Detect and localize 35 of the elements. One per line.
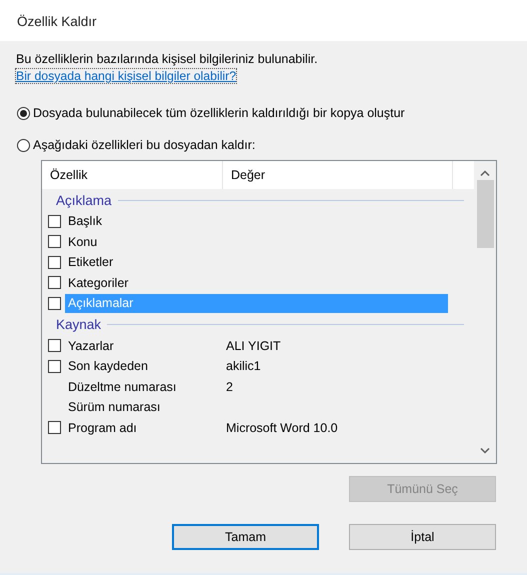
ok-button[interactable]: Tamam	[172, 524, 319, 550]
checkbox[interactable]	[48, 235, 61, 248]
group-header: Kaynak	[56, 317, 102, 332]
column-header[interactable]: Özellik	[42, 161, 223, 189]
checkbox[interactable]	[48, 360, 61, 373]
scroll-down-icon[interactable]	[480, 448, 490, 454]
property-row[interactable]: Program adı Microsoft Word 10.0	[65, 418, 448, 438]
help-link[interactable]: Bir dosyada hangi kişisel bilgiler olabilir?	[16, 69, 236, 83]
checkbox[interactable]	[48, 256, 61, 269]
scroll-thumb[interactable]	[476, 180, 494, 248]
property-row[interactable]: Konu	[65, 232, 448, 252]
radio-label[interactable]: Dosyada bulunabilecek tüm özelliklerin kaldırıldığı bir kopya oluştur	[33, 106, 405, 120]
property-row[interactable]: Kategoriler	[65, 273, 448, 292]
radio-option[interactable]: Aşağıdaki özellikleri bu dosyadan kaldır:	[17, 138, 527, 152]
cancel-button[interactable]: İptal	[349, 524, 496, 550]
property-row[interactable]: Düzeltme numarası 2	[65, 377, 448, 396]
checkbox[interactable]	[48, 296, 61, 310]
radio-button[interactable]	[17, 138, 30, 152]
radio-label[interactable]: Aşağıdaki özellikleri bu dosyadan kaldır:	[33, 138, 256, 152]
property-row[interactable]: Başlık	[65, 212, 448, 231]
checkbox[interactable]	[48, 339, 61, 352]
scroll-up-icon[interactable]	[480, 170, 490, 176]
checkbox[interactable]	[48, 421, 61, 434]
radio-option[interactable]: Dosyada bulunabilecek tüm özelliklerin kaldırıldığı bir kopya oluştur	[17, 106, 527, 120]
property-row[interactable]: Yazarlar ALI YIGIT	[65, 336, 448, 356]
group-header: Açıklama	[56, 192, 112, 208]
info-text: Bu özelliklerin bazılarında kişisel bilgileriniz bulunabilir.	[15, 52, 319, 66]
property-row[interactable]: Etiketler	[65, 252, 448, 272]
radio-button[interactable]	[17, 106, 30, 120]
property-row[interactable]: Sürüm numarası	[65, 398, 448, 417]
window-title: Özellik Kaldır	[17, 14, 97, 29]
column-header[interactable]: Değer	[223, 161, 453, 189]
checkbox[interactable]	[48, 214, 61, 228]
checkbox[interactable]	[48, 276, 61, 290]
property-row[interactable]: Son kaydeden akilic1	[65, 356, 448, 376]
